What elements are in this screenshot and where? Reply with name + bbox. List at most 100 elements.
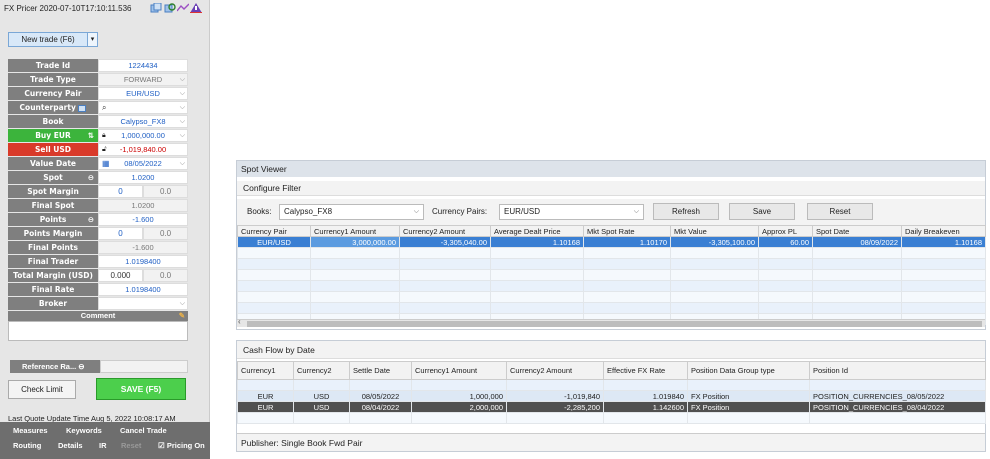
contact-card-icon[interactable] <box>78 104 87 112</box>
swap-arrows-icon[interactable]: ⇅ <box>88 129 94 142</box>
sell-amount-field[interactable]: 🔓︎ -1,019,840.00 <box>98 143 188 156</box>
final-rate-field[interactable]: 1.0198400 <box>98 283 188 296</box>
row-final-points: Final Points -1.600 <box>8 241 188 255</box>
table-row[interactable]: EUR USD 08/04/2022 2,000,000 -2,285,200 … <box>237 401 986 413</box>
points-margin-field[interactable]: 0 <box>98 227 143 240</box>
horizontal-scrollbar[interactable]: ‹ <box>237 317 985 327</box>
spot-margin-label: Spot Margin <box>8 185 98 198</box>
final-spot-label: Final Spot <box>8 199 98 212</box>
comment-textarea[interactable] <box>8 321 188 341</box>
column-header[interactable]: Settle Date <box>349 361 412 380</box>
save-filter-button[interactable]: Save <box>729 203 795 220</box>
value-date-field[interactable]: ▦ 08/05/2022 ⌵ <box>98 157 188 170</box>
currency-pairs-select[interactable]: EUR/USD ⌵ <box>499 204 644 220</box>
reference-rate-field[interactable] <box>100 360 188 373</box>
check-limit-button[interactable]: Check Limit <box>8 380 76 399</box>
chevron-down-icon[interactable]: ▾ <box>87 33 97 46</box>
row-points-margin: Points Margin 0 0.0 <box>8 227 188 241</box>
keywords-button[interactable]: Keywords <box>66 426 102 435</box>
chart-icon[interactable] <box>177 3 189 13</box>
table-cell: 1.142600 <box>603 401 688 413</box>
books-select[interactable]: Calypso_FX8 ⌵ <box>279 204 424 220</box>
column-header[interactable]: Approx PL <box>758 225 813 237</box>
column-header[interactable]: Spot Date <box>812 225 902 237</box>
table-cell: EUR/USD <box>237 236 311 248</box>
scrollbar-thumb[interactable] <box>247 321 982 327</box>
save-button[interactable]: SAVE (F5) <box>96 378 186 400</box>
toggle-icon[interactable]: ⊖ <box>88 171 94 184</box>
toggle-icon[interactable]: ⊖ <box>88 213 94 226</box>
copy-icon[interactable] <box>150 3 162 13</box>
details-button[interactable]: Details <box>58 441 83 450</box>
empty-row <box>237 412 986 424</box>
checkbox-checked-icon: ☑ <box>158 441 165 450</box>
table-cell: USD <box>293 390 350 402</box>
refresh-button[interactable]: Refresh <box>653 203 719 220</box>
table-row[interactable]: EUR USD 08/05/2022 1,000,000 -1,019,840 … <box>237 390 986 402</box>
column-header[interactable]: Currency2 Amount <box>399 225 491 237</box>
column-header[interactable]: Daily Breakeven <box>901 225 986 237</box>
column-header[interactable]: Currency Pair <box>237 225 311 237</box>
value-date-value: 08/05/2022 <box>124 159 162 168</box>
broker-select[interactable]: ⌵ <box>98 297 188 310</box>
chevron-down-icon: ⌵ <box>179 132 185 139</box>
buy-eur-label-text: Buy EUR <box>35 131 71 140</box>
row-total-margin: Total Margin (USD) 0.000 0.0 <box>8 269 188 283</box>
final-trader-field[interactable]: 1.0198400 <box>98 255 188 268</box>
reset-filter-button[interactable]: Reset <box>807 203 873 220</box>
row-value-date: Value Date ▦ 08/05/2022 ⌵ <box>8 157 188 171</box>
chevron-down-icon: ⌵ <box>413 208 419 215</box>
buy-eur-label: Buy EUR ⇅ <box>8 129 98 142</box>
pencil-icon[interactable]: ✎ <box>179 311 185 321</box>
row-counterparty: Counterparty ⌕ ⌵ <box>8 101 188 115</box>
book-select[interactable]: Calypso_FX8 ⌵ <box>98 115 188 128</box>
buy-amount-field[interactable]: 🔒︎ 1,000,000.00 ⌵ <box>98 129 188 142</box>
points-field[interactable]: -1.600 <box>98 213 188 226</box>
chevron-left-icon[interactable]: ‹ <box>238 317 241 326</box>
toggle-icon[interactable]: ⊖ <box>78 362 84 371</box>
column-header[interactable]: Position Data Group type <box>687 361 810 380</box>
fx-pricer-panel: FX Pricer 2020-07-10T17:10:11.536 New tr… <box>0 0 210 459</box>
empty-row <box>237 291 986 303</box>
calendar-icon[interactable]: ▦ <box>102 158 110 169</box>
counterparty-select[interactable]: ⌕ ⌵ <box>98 101 188 114</box>
book-label: Book <box>8 115 98 128</box>
reset-button[interactable]: Reset <box>121 441 141 450</box>
spot-field[interactable]: 1.0200 <box>98 171 188 184</box>
pricing-on-checkbox[interactable]: ☑ Pricing On <box>158 441 205 450</box>
table-cell: -3,305,040.00 <box>399 236 491 248</box>
new-trade-button[interactable]: New trade (F6) ▾ <box>8 32 98 47</box>
trade-id-field[interactable]: 1224434 <box>98 59 188 72</box>
counterparty-label: Counterparty <box>8 101 98 114</box>
configure-filter-toggle[interactable]: Configure Filter <box>237 181 985 196</box>
alert-icon[interactable] <box>190 3 202 13</box>
table-row[interactable]: EUR/USD 3,000,000.00 -3,305,040.00 1.101… <box>237 236 986 248</box>
ir-button[interactable]: IR <box>99 441 107 450</box>
table-cell: 1.10168 <box>901 236 986 248</box>
trade-type-select[interactable]: FORWARD ⌵ <box>98 73 188 86</box>
chevron-down-icon: ⌵ <box>179 300 185 307</box>
spot-margin-field[interactable]: 0 <box>98 185 143 198</box>
cash-flow-title: Cash Flow by Date <box>237 341 985 359</box>
currency-pair-select[interactable]: EUR/USD ⌵ <box>98 87 188 100</box>
spot-label: Spot ⊖ <box>8 171 98 184</box>
column-header[interactable]: Currency1 Amount <box>310 225 400 237</box>
column-header[interactable]: Average Dealt Price <box>490 225 584 237</box>
column-header[interactable]: Effective FX Rate <box>603 361 688 380</box>
measures-button[interactable]: Measures <box>13 426 48 435</box>
points-margin-result: 0.0 <box>143 227 188 240</box>
column-header[interactable]: Currency1 Amount <box>411 361 507 380</box>
column-header[interactable]: Currency2 Amount <box>506 361 604 380</box>
refresh-icon[interactable] <box>164 3 176 13</box>
cancel-trade-button[interactable]: Cancel Trade <box>120 426 167 435</box>
table-cell: 2,000,000 <box>411 401 507 413</box>
routing-button[interactable]: Routing <box>13 441 41 450</box>
total-margin-field[interactable]: 0.000 <box>98 269 143 282</box>
table-cell: 1,000,000 <box>411 390 507 402</box>
column-header[interactable]: Mkt Value <box>670 225 759 237</box>
column-header[interactable]: Mkt Spot Rate <box>583 225 671 237</box>
column-header[interactable]: Currency1 <box>237 361 294 380</box>
column-header[interactable]: Position Id <box>809 361 986 380</box>
column-header[interactable]: Currency2 <box>293 361 350 380</box>
spot-viewer-title: Spot Viewer <box>237 161 985 177</box>
